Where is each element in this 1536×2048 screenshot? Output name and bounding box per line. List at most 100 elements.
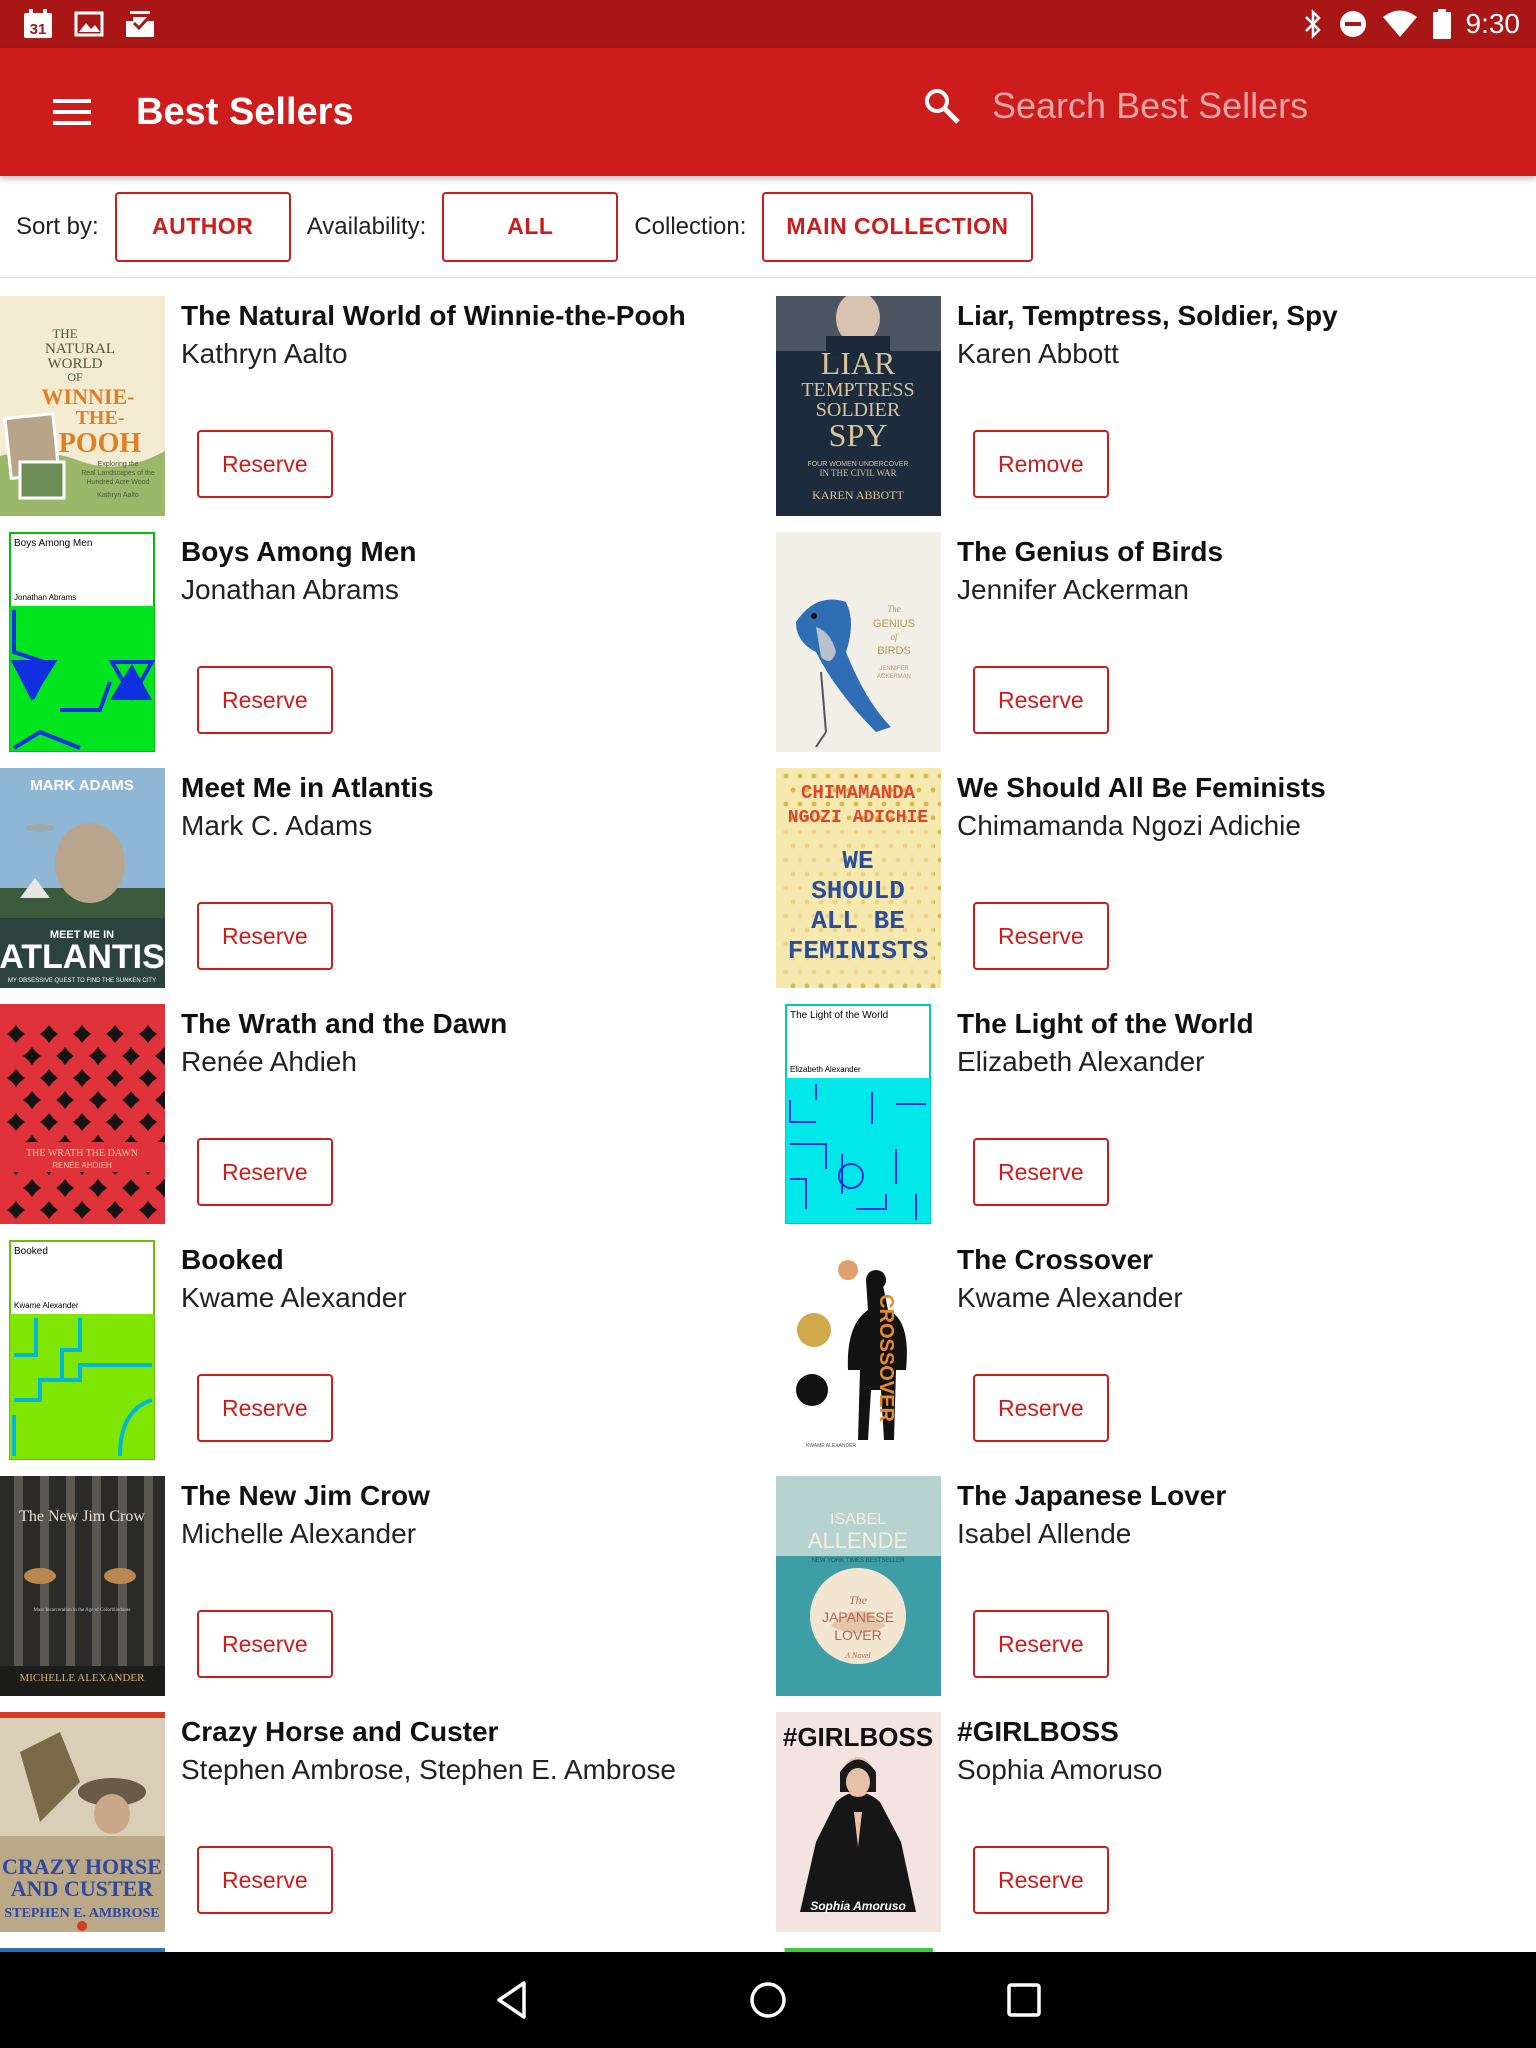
book-title[interactable]: Boys Among Men	[181, 536, 416, 568]
cover-text: FOUR WOMEN UNDERCOVER	[807, 461, 908, 468]
cover-text: Hundred Acre Wood	[87, 479, 150, 486]
book-author: Stephen Ambrose, Stephen E. Ambrose	[181, 1754, 676, 1785]
collection-button[interactable]: MAIN COLLECTION	[762, 191, 1033, 262]
inbox-check-icon	[124, 9, 156, 39]
book-author: Kwame Alexander	[957, 1282, 1183, 1313]
book-item[interactable]: #GIRLBOSS Sophia Amoruso #GIRLBOSS Sophia A…	[776, 1712, 1536, 1932]
book-cover-image[interactable]: ISABEL ALLENDE NEW YORK TIMES BESTSELLER Th…	[776, 1476, 941, 1696]
book-cover-art: The New Jim Crow Mass Incarceration in th…	[0, 1476, 165, 1696]
book-item[interactable]: The New Jim Crow Mass Incarceration in th…	[0, 1476, 760, 1696]
book-title[interactable]: Meet Me in Atlantis	[181, 772, 434, 804]
sort-by-button[interactable]: AUTHOR	[114, 191, 291, 262]
reserve-button[interactable]: Reserve	[973, 1846, 1109, 1914]
reserve-button[interactable]: Reserve	[197, 430, 333, 498]
cover-text: TEMPTRESS	[801, 379, 914, 401]
book-cover-art: ISABELALLENDE NEW YORK TIMES BESTSELLER Th…	[776, 1476, 941, 1696]
reserve-button[interactable]: Reserve	[973, 902, 1109, 970]
book-title[interactable]: The Japanese Lover	[957, 1480, 1226, 1512]
book-item[interactable]: ISABEL ALLENDE NEW YORK TIMES BESTSELLER Th…	[776, 1476, 1536, 1696]
search-input[interactable]	[992, 76, 1536, 136]
reserve-button[interactable]: Reserve	[973, 666, 1109, 734]
home-icon	[750, 1982, 786, 2018]
cover-text: The	[887, 604, 901, 614]
book-title[interactable]: The Crossover	[957, 1244, 1153, 1276]
book-title[interactable]: The New Jim Crow	[181, 1480, 430, 1512]
reserve-button[interactable]: Reserve	[973, 1374, 1109, 1442]
reserve-button[interactable]: Reserve	[973, 1138, 1109, 1206]
reserve-button[interactable]: Reserve	[197, 1846, 333, 1914]
hamburger-menu-icon	[53, 99, 91, 125]
collection-label: Collection:	[634, 212, 747, 240]
book-item[interactable]: THE NATURAL WORLD OF WINNIE- THE- POOH Explorin…	[0, 296, 760, 516]
menu-button[interactable]	[40, 80, 104, 144]
recents-button[interactable]	[992, 1968, 1056, 2032]
book-cover-image[interactable]: The Light of the World Elizabeth Alexande…	[776, 1004, 941, 1224]
book-item[interactable]: Boys Among Men Jonathan Abrams Boys Among …	[0, 532, 760, 752]
book-cover-art: CROSSOVER KWAME ALEXANDER	[776, 1240, 941, 1460]
back-button[interactable]	[480, 1968, 544, 2032]
cover-text: MY OBSESSIVE QUEST TO FIND THE SUNKEN CI…	[8, 978, 156, 984]
search-button[interactable]	[912, 76, 972, 136]
cover-text: JAPANESE	[822, 1609, 894, 1625]
book-cover-image[interactable]: The New Jim Crow Mass Incarceration in th…	[0, 1476, 165, 1696]
book-title[interactable]: The Genius of Birds	[957, 536, 1223, 568]
book-cover-image[interactable]: CRAZY HORSE AND CUSTER STEPHEN E. AMBROSE	[0, 1712, 165, 1932]
book-author: Jonathan Abrams	[181, 574, 399, 605]
book-cover-image[interactable]: #GIRLBOSS Sophia Amoruso	[776, 1712, 941, 1932]
book-title[interactable]: The Light of the World	[957, 1008, 1254, 1040]
book-cover-art: CHIMAMANDA NGOZI ADICHIE WESHOULDALL BEFEM…	[776, 768, 941, 988]
reserve-button[interactable]: Reserve	[197, 1610, 333, 1678]
reserve-button[interactable]: Reserve	[197, 666, 333, 734]
book-title[interactable]: Liar, Temptress, Soldier, Spy	[957, 300, 1338, 332]
reserve-button[interactable]: Reserve	[197, 1138, 333, 1206]
book-item[interactable]: MARK ADAMS MEET ME IN ATLANTIS MY OBSESSIVE…	[0, 768, 760, 988]
book-cover-image[interactable]: LIAR TEMPTRESS SOLDIER SPY FOUR WOMEN UNDERC…	[776, 296, 941, 516]
book-cover-image[interactable]: CROSSOVER KWAME ALEXANDER	[776, 1240, 941, 1460]
book-author: Isabel Allende	[957, 1518, 1132, 1549]
book-author: Elizabeth Alexander	[957, 1046, 1205, 1077]
book-title[interactable]: We Should All Be Feminists	[957, 772, 1326, 804]
book-item[interactable]: CRAZY HORSE AND CUSTER STEPHEN E. AMBROSE C…	[0, 1712, 760, 1932]
book-item[interactable]: THE WRATH THE DAWN RENÉE AHDIEH The Wrath …	[0, 1004, 760, 1224]
book-title[interactable]: Crazy Horse and Custer	[181, 1716, 498, 1748]
cover-text: Kathryn Aalto	[97, 492, 139, 499]
book-title[interactable]: #GIRLBOSS	[957, 1716, 1119, 1748]
reserve-button[interactable]: Reserve	[197, 1374, 333, 1442]
reserve-button[interactable]: Reserve	[197, 902, 333, 970]
cover-text: OF	[67, 370, 83, 384]
book-cover-image[interactable]: THE WRATH THE DAWN RENÉE AHDIEH	[0, 1004, 165, 1224]
book-cover-image[interactable]: CHIMAMANDA NGOZI ADICHIE WE SHOULD ALL BE FEM…	[776, 768, 941, 988]
availability-button[interactable]: ALL	[442, 191, 619, 262]
cover-text: GENIUS	[873, 618, 915, 630]
cover-text: LOVER	[834, 1627, 881, 1643]
book-cover-art: Booked Kwame Alexander	[9, 1240, 155, 1460]
book-item[interactable]: The GENIUS of BIRDS JENNIFER ACKERMAN The Geni…	[776, 532, 1536, 752]
book-item[interactable]: LIAR TEMPTRESS SOLDIER SPY FOUR WOMEN UNDERC…	[776, 296, 1536, 516]
cover-text: Elizabeth Alexander	[790, 1065, 861, 1074]
cover-text: POOH	[59, 428, 142, 459]
home-button[interactable]	[736, 1968, 800, 2032]
cover-text: ALL BE	[811, 906, 905, 936]
cover-text: RENÉE AHDIEH	[52, 1161, 112, 1170]
book-item[interactable]: CHIMAMANDA NGOZI ADICHIE WE SHOULD ALL BE FEM…	[776, 768, 1536, 988]
cover-text: CROSSOVER	[875, 1294, 897, 1422]
book-title[interactable]: Booked	[181, 1244, 284, 1276]
book-item[interactable]: The Light of the World Elizabeth Alexande…	[776, 1004, 1536, 1224]
book-item[interactable]: Booked Kwame Alexander Booked Kwame Alexand…	[0, 1240, 760, 1460]
reserve-button[interactable]: Reserve	[973, 1610, 1109, 1678]
book-cover-image[interactable]: THE NATURAL WORLD OF WINNIE- THE- POOH Explorin…	[0, 296, 165, 516]
book-item[interactable]: CROSSOVER KWAME ALEXANDER The Crossover Kwa…	[776, 1240, 1536, 1460]
battery-icon	[1432, 8, 1452, 40]
book-title[interactable]: The Wrath and the Dawn	[181, 1008, 507, 1040]
remove-button[interactable]: Remove	[973, 430, 1109, 498]
do-not-disturb-icon	[1338, 9, 1368, 39]
book-cover-image[interactable]: MARK ADAMS MEET ME IN ATLANTIS MY OBSESSIVE…	[0, 768, 165, 988]
cover-text: CHIMAMANDA	[801, 782, 916, 804]
cover-text: THE	[52, 326, 77, 341]
cover-text: Boys Among Men	[14, 538, 92, 549]
book-author: Jennifer Ackerman	[957, 574, 1189, 605]
book-title[interactable]: The Natural World of Winnie-the-Pooh	[181, 300, 686, 332]
book-cover-image[interactable]: The GENIUS of BIRDS JENNIFER ACKERMAN	[776, 532, 941, 752]
book-cover-image[interactable]: Boys Among Men Jonathan Abrams	[0, 532, 165, 752]
book-cover-image[interactable]: Booked Kwame Alexander	[0, 1240, 165, 1460]
